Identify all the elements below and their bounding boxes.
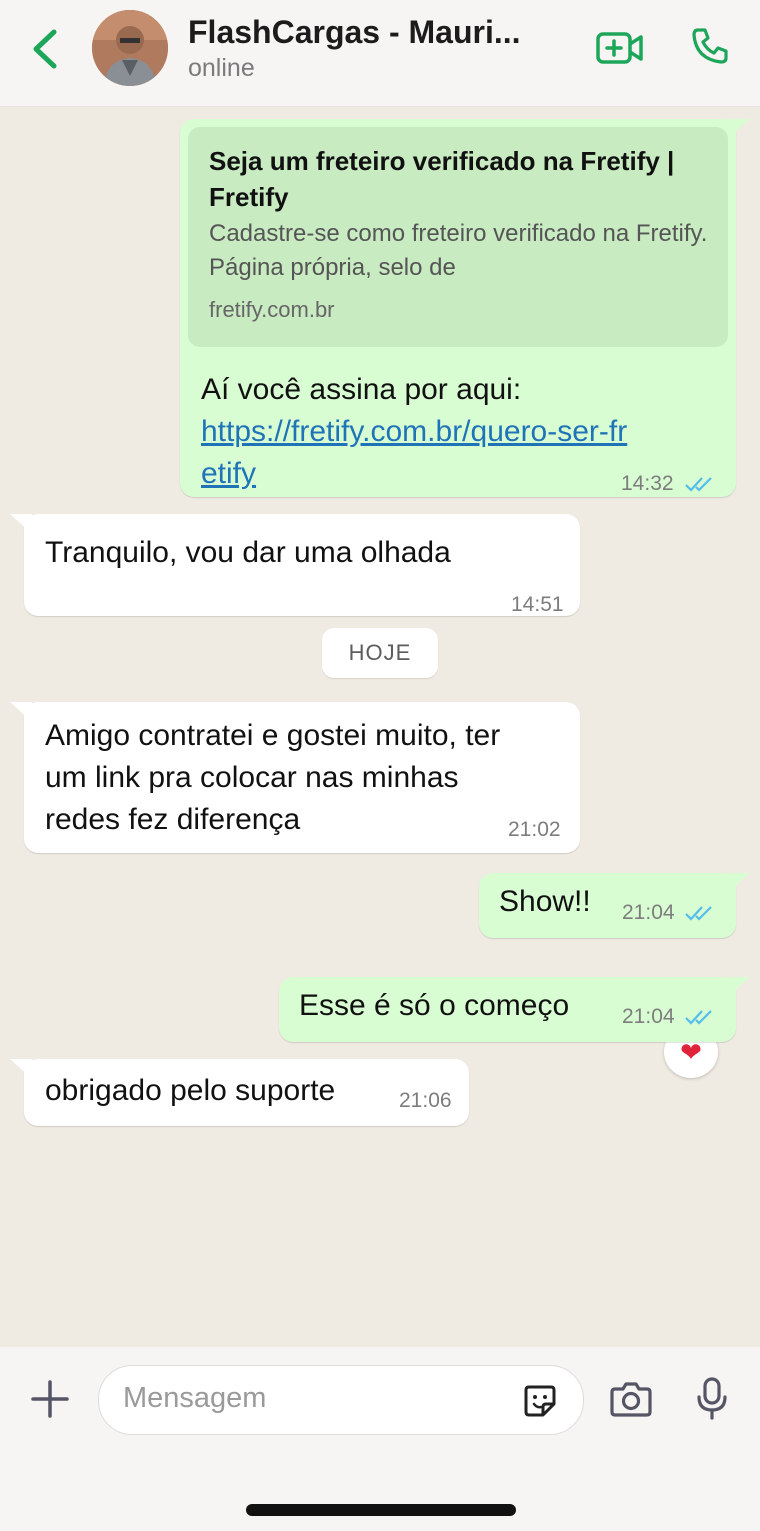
phone-icon[interactable] bbox=[690, 26, 730, 66]
plus-icon[interactable] bbox=[30, 1379, 70, 1419]
camera-icon[interactable] bbox=[610, 1381, 652, 1417]
contact-name[interactable]: FlashCargas - Mauri... bbox=[188, 14, 521, 51]
read-ticks-icon bbox=[685, 477, 712, 492]
bubble-tail bbox=[10, 514, 32, 534]
incoming-message[interactable]: obrigado pelo suporte 21:06 bbox=[10, 1059, 469, 1126]
message-input[interactable]: Mensagem bbox=[98, 1365, 584, 1435]
bubble-tail bbox=[728, 873, 750, 893]
outgoing-message[interactable]: Show!! 21:04 bbox=[479, 873, 750, 938]
message-link-continued[interactable]: etify bbox=[201, 453, 256, 495]
read-ticks-icon bbox=[685, 1010, 712, 1025]
chat-header: FlashCargas - Mauri... online bbox=[0, 0, 760, 107]
link-preview-title: Seja um freteiro verificado na Fretify |… bbox=[209, 146, 675, 212]
incoming-message[interactable]: Amigo contratei e gostei muito, ter um l… bbox=[10, 702, 580, 853]
avatar[interactable] bbox=[92, 10, 168, 86]
bubble-tail bbox=[10, 1059, 32, 1079]
chat-area[interactable]: Seja um freteiro verificado na Fretify |… bbox=[0, 107, 760, 1347]
message-text: obrigado pelo suporte bbox=[45, 1074, 336, 1107]
message-time: 21:02 bbox=[508, 818, 561, 841]
link-preview[interactable]: Seja um freteiro verificado na Fretify |… bbox=[188, 127, 728, 347]
outgoing-message[interactable]: Esse é só o começo 21:04 bbox=[279, 977, 750, 1042]
message-composer: Mensagem bbox=[0, 1347, 760, 1462]
message-time: 21:04 bbox=[622, 1005, 675, 1028]
link-preview-description: Cadastre-se como freteiro verificado na … bbox=[209, 220, 708, 281]
message-time: 14:32 bbox=[621, 472, 674, 495]
message-text: Tranquilo, vou dar uma olhada bbox=[45, 536, 451, 569]
message-text: Show!! bbox=[499, 885, 591, 918]
chevron-left-icon[interactable] bbox=[28, 28, 62, 70]
message-time: 21:06 bbox=[399, 1089, 452, 1112]
message-text: Esse é só o começo bbox=[299, 989, 570, 1022]
message-text-line: um link pra colocar nas minhas bbox=[45, 761, 459, 794]
message-text: Aí você assina por aqui: bbox=[201, 373, 522, 406]
bubble-tail bbox=[728, 977, 750, 997]
read-ticks-icon bbox=[685, 906, 712, 921]
link-preview-domain: fretify.com.br bbox=[209, 297, 335, 322]
home-indicator[interactable] bbox=[246, 1504, 516, 1516]
sticker-icon[interactable] bbox=[523, 1384, 557, 1418]
outgoing-message[interactable]: Seja um freteiro verificado na Fretify |… bbox=[180, 119, 750, 497]
home-bar bbox=[0, 1462, 760, 1531]
incoming-message[interactable]: Tranquilo, vou dar uma olhada 14:51 bbox=[10, 514, 580, 616]
message-text-line: redes fez diferença bbox=[45, 803, 301, 836]
date-separator: HOJE bbox=[322, 628, 438, 678]
message-input-placeholder: Mensagem bbox=[123, 1382, 267, 1414]
message-link[interactable]: https://fretify.com.br/quero-ser-fr bbox=[201, 411, 627, 453]
message-time: 21:04 bbox=[622, 901, 675, 924]
contact-status: online bbox=[188, 54, 255, 82]
message-time: 14:51 bbox=[511, 593, 564, 616]
bubble-tail bbox=[10, 702, 32, 722]
message-text-line: Amigo contratei e gostei muito, ter bbox=[45, 719, 501, 752]
bubble-tail bbox=[728, 119, 750, 139]
video-call-icon[interactable] bbox=[596, 30, 644, 66]
microphone-icon[interactable] bbox=[696, 1377, 728, 1421]
